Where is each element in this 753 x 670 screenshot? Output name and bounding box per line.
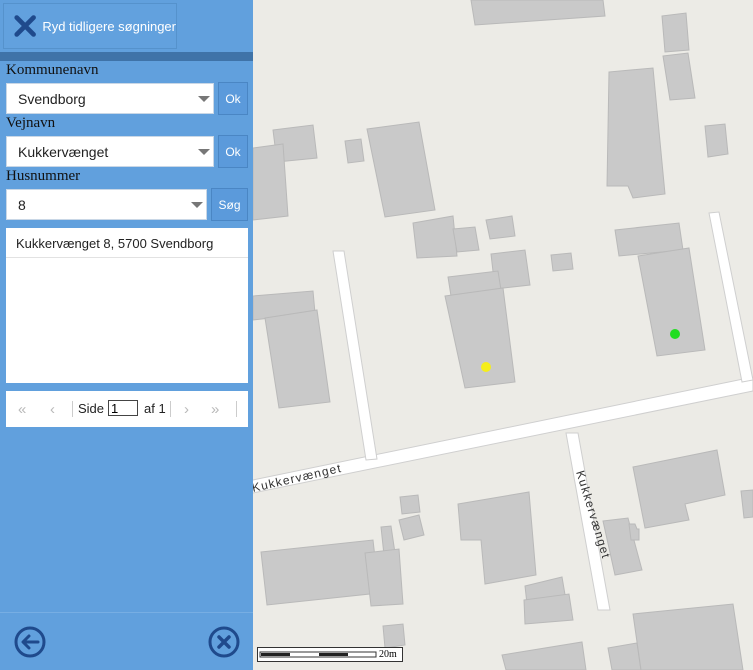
- last-page-icon[interactable]: »: [211, 401, 219, 418]
- house-number-value: 8: [18, 197, 26, 213]
- prev-page-icon[interactable]: ‹: [50, 401, 55, 418]
- page-number-input[interactable]: [108, 400, 138, 416]
- marker-yellow[interactable]: [481, 362, 491, 372]
- arrow-left-circle-icon[interactable]: [14, 626, 46, 658]
- chevron-down-icon[interactable]: [191, 202, 203, 208]
- next-page-icon[interactable]: ›: [184, 401, 189, 418]
- map-canvas[interactable]: Kukkervænget Kukkervænget: [253, 0, 753, 670]
- chevron-down-icon[interactable]: [198, 96, 210, 102]
- footer-divider: [0, 612, 253, 613]
- search-panel: Ryd tidligere søgninger Kommunenavn Sven…: [0, 0, 253, 670]
- pager: « ‹ Side af 1 › »: [6, 391, 248, 427]
- street-label: Vejnavn: [6, 115, 56, 131]
- street-value: Kukkervænget: [18, 144, 109, 160]
- page-of-label: af 1: [144, 401, 166, 416]
- municipality-ok-button[interactable]: Ok: [218, 82, 248, 115]
- close-circle-icon[interactable]: [208, 626, 240, 658]
- clear-searches-label: Ryd tidligere søgninger: [42, 18, 176, 34]
- house-number-label: Husnummer: [6, 168, 81, 184]
- clear-searches-button[interactable]: Ryd tidligere søgninger: [3, 3, 177, 49]
- list-item[interactable]: Kukkervænget 8, 5700 Svendborg: [6, 228, 248, 258]
- divider-stripe: [0, 52, 253, 61]
- municipality-label: Kommunenavn: [6, 62, 99, 78]
- house-number-select[interactable]: 8: [6, 189, 207, 220]
- street-select[interactable]: Kukkervænget: [6, 136, 214, 167]
- scale-bar: 20m: [257, 647, 403, 662]
- pager-separator: [236, 401, 237, 417]
- page-label: Side: [78, 401, 105, 416]
- municipality-value: Svendborg: [18, 91, 86, 107]
- street-ok-button[interactable]: Ok: [218, 135, 248, 168]
- close-x-icon: [14, 15, 36, 37]
- chevron-down-icon[interactable]: [198, 149, 210, 155]
- pager-separator: [72, 401, 73, 417]
- map-view[interactable]: Kukkervænget Kukkervænget: [253, 0, 753, 670]
- results-list: Kukkervænget 8, 5700 Svendborg: [6, 228, 248, 383]
- search-button[interactable]: Søg: [211, 188, 248, 221]
- pager-separator: [170, 401, 171, 417]
- scale-label: 20m: [379, 649, 397, 660]
- marker-green[interactable]: [670, 329, 680, 339]
- first-page-icon[interactable]: «: [18, 401, 26, 418]
- municipality-select[interactable]: Svendborg: [6, 83, 214, 114]
